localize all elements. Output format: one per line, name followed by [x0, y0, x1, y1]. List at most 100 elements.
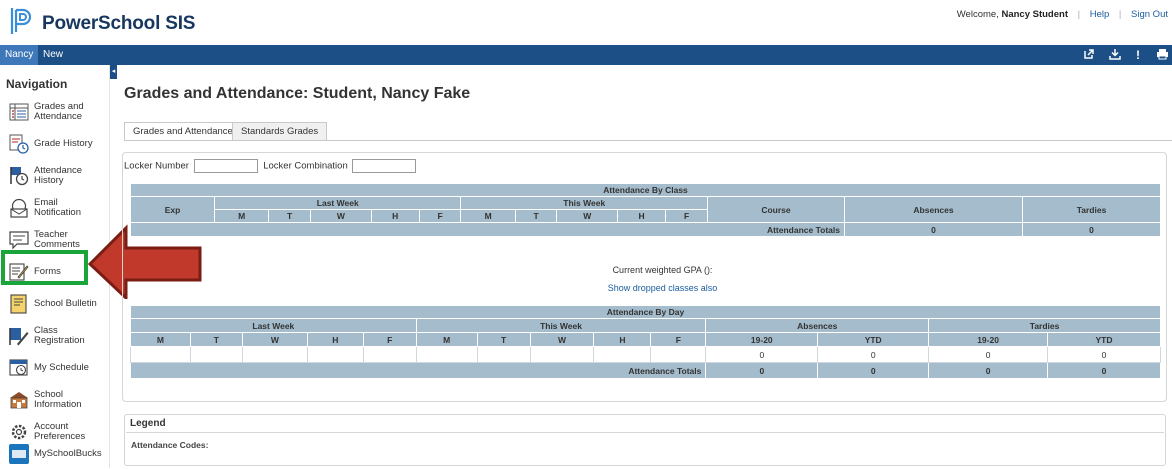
day-cell — [593, 346, 652, 363]
sidebar-item-class-registration[interactable]: Class Registration — [0, 321, 108, 351]
app-header: PowerSchool SIS Welcome, Nancy Student |… — [0, 0, 1172, 45]
legend-title: Legend — [130, 418, 166, 429]
day-cell — [130, 346, 191, 363]
table-row: 0 0 0 0 — [130, 346, 1161, 363]
external-link-icon[interactable] — [1082, 48, 1096, 62]
day-cell — [650, 346, 707, 363]
absences-ytd-cell: 0 — [817, 346, 930, 363]
sidebar-item-attendance-history[interactable]: Attendance History — [0, 161, 108, 191]
day-cell — [189, 346, 243, 363]
sidebar-item-myschoolbucks[interactable]: MySchoolBucks — [0, 439, 108, 469]
day-cell — [362, 346, 417, 363]
schedule-icon — [9, 359, 28, 376]
sidebar-item-label: Attendance History — [34, 165, 83, 186]
day-cell — [241, 346, 308, 363]
collapse-sidebar-button[interactable]: ◂ — [110, 65, 117, 79]
bulletin-icon — [10, 294, 27, 314]
period-header-ytd: YTD — [817, 332, 930, 347]
comments-icon — [9, 231, 29, 250]
myschoolbucks-icon — [9, 444, 29, 464]
app-logo-text: PowerSchool SIS — [42, 13, 196, 34]
day-header: W — [529, 332, 595, 347]
sidebar-item-label: Grades and Attendance — [34, 101, 84, 122]
day-header: T — [268, 209, 311, 223]
tab-student-nancy[interactable]: Nancy — [0, 45, 39, 65]
day-header: T — [189, 332, 243, 347]
sidebar-item-label: My Schedule — [34, 362, 89, 373]
day-header: F — [665, 209, 708, 223]
column-header-exp: Exp — [130, 196, 215, 223]
day-header: H — [370, 209, 420, 223]
day-header: H — [593, 332, 652, 347]
tardies-ytd-cell: 0 — [1047, 346, 1161, 363]
sidebar-item-grades-and-attendance[interactable]: Grades and Attendance — [0, 97, 108, 127]
page-title: Grades and Attendance: Student, Nancy Fa… — [124, 85, 471, 102]
day-header: T — [476, 332, 531, 347]
tardies-19-20-cell: 0 — [928, 346, 1049, 363]
column-header-last-week: Last Week — [213, 196, 462, 210]
locker-number-label: Locker Number — [124, 160, 189, 172]
tab-new[interactable]: New — [38, 45, 68, 65]
powerschool-logo-icon — [10, 8, 32, 34]
absences-19-20-total: 0 — [705, 362, 819, 379]
alert-icon[interactable]: ! — [1131, 48, 1145, 62]
period-header-19-20: 19-20 — [928, 332, 1049, 347]
day-header: W — [556, 209, 619, 223]
day-header: M — [213, 209, 270, 223]
locker-row: Locker Number Locker Combination — [124, 159, 419, 173]
print-icon[interactable] — [1155, 48, 1169, 62]
day-header: F — [650, 332, 707, 347]
column-header-this-week: This Week — [460, 196, 708, 210]
day-header: W — [241, 332, 308, 347]
navigation-title: Navigation — [6, 77, 68, 91]
locker-combination-label: Locker Combination — [263, 160, 348, 172]
sidebar-item-school-information[interactable]: School Information — [0, 385, 108, 415]
day-header: M — [130, 332, 191, 347]
attendance-by-class-table: Attendance By Class Exp Last Week This W… — [130, 183, 1161, 237]
day-header: T — [514, 209, 558, 223]
legend-box — [124, 414, 1166, 466]
top-links: Welcome, Nancy Student | Help | Sign Out — [957, 9, 1168, 20]
day-cell — [415, 346, 478, 363]
legend-divider — [126, 432, 1164, 433]
sidebar-item-label: School Information — [34, 389, 82, 410]
column-header-absences: Absences — [705, 318, 930, 333]
locker-number-field[interactable] — [193, 159, 258, 173]
day-header: W — [309, 209, 372, 223]
attendance-codes-label: Attendance Codes: — [131, 440, 209, 450]
show-dropped-classes-link[interactable]: Show dropped classes also — [540, 283, 785, 293]
current-weighted-gpa: Current weighted GPA (): — [612, 265, 713, 275]
tardies-19-20-total: 0 — [928, 362, 1049, 379]
locker-combination-field[interactable] — [352, 159, 417, 173]
sidebar-item-my-schedule[interactable]: My Schedule — [0, 353, 108, 383]
period-header-19-20: 19-20 — [705, 332, 819, 347]
column-header-tardies: Tardies — [928, 318, 1161, 333]
column-header-absences: Absences — [844, 196, 1023, 223]
registration-icon — [9, 328, 29, 346]
attendance-totals-label: Attendance Totals — [130, 222, 845, 237]
absences-total: 0 — [844, 222, 1023, 237]
student-tab-bar: Nancy New ! — [0, 45, 1172, 65]
tab-grades-and-attendance[interactable]: Grades and Attendance — [124, 122, 242, 141]
table-title: Attendance By Day — [130, 305, 1161, 319]
grade-history-icon — [9, 134, 29, 154]
sidebar-item-email-notification[interactable]: Email Notification — [0, 193, 108, 223]
school-icon — [10, 392, 28, 409]
attendance-history-icon — [10, 167, 29, 186]
help-link[interactable]: Help — [1090, 9, 1110, 20]
column-header-tardies: Tardies — [1022, 196, 1161, 223]
attendance-by-day-table: Attendance By Day Last Week This Week Ab… — [129, 305, 1161, 379]
absences-19-20-cell: 0 — [705, 346, 819, 363]
sidebar-item-label: Class Registration — [34, 325, 85, 346]
sign-out-link[interactable]: Sign Out — [1131, 9, 1168, 20]
separator: | — [1077, 9, 1081, 20]
download-icon[interactable] — [1108, 48, 1122, 62]
sidebar-item-grade-history[interactable]: Grade History — [0, 129, 108, 159]
period-header-ytd: YTD — [1047, 332, 1161, 347]
tab-standards-grades[interactable]: Standards Grades — [232, 122, 328, 141]
absences-ytd-total: 0 — [817, 362, 930, 379]
grades-icon — [9, 103, 29, 121]
tardies-ytd-total: 0 — [1047, 362, 1161, 379]
day-cell — [476, 346, 531, 363]
day-header: H — [306, 332, 364, 347]
